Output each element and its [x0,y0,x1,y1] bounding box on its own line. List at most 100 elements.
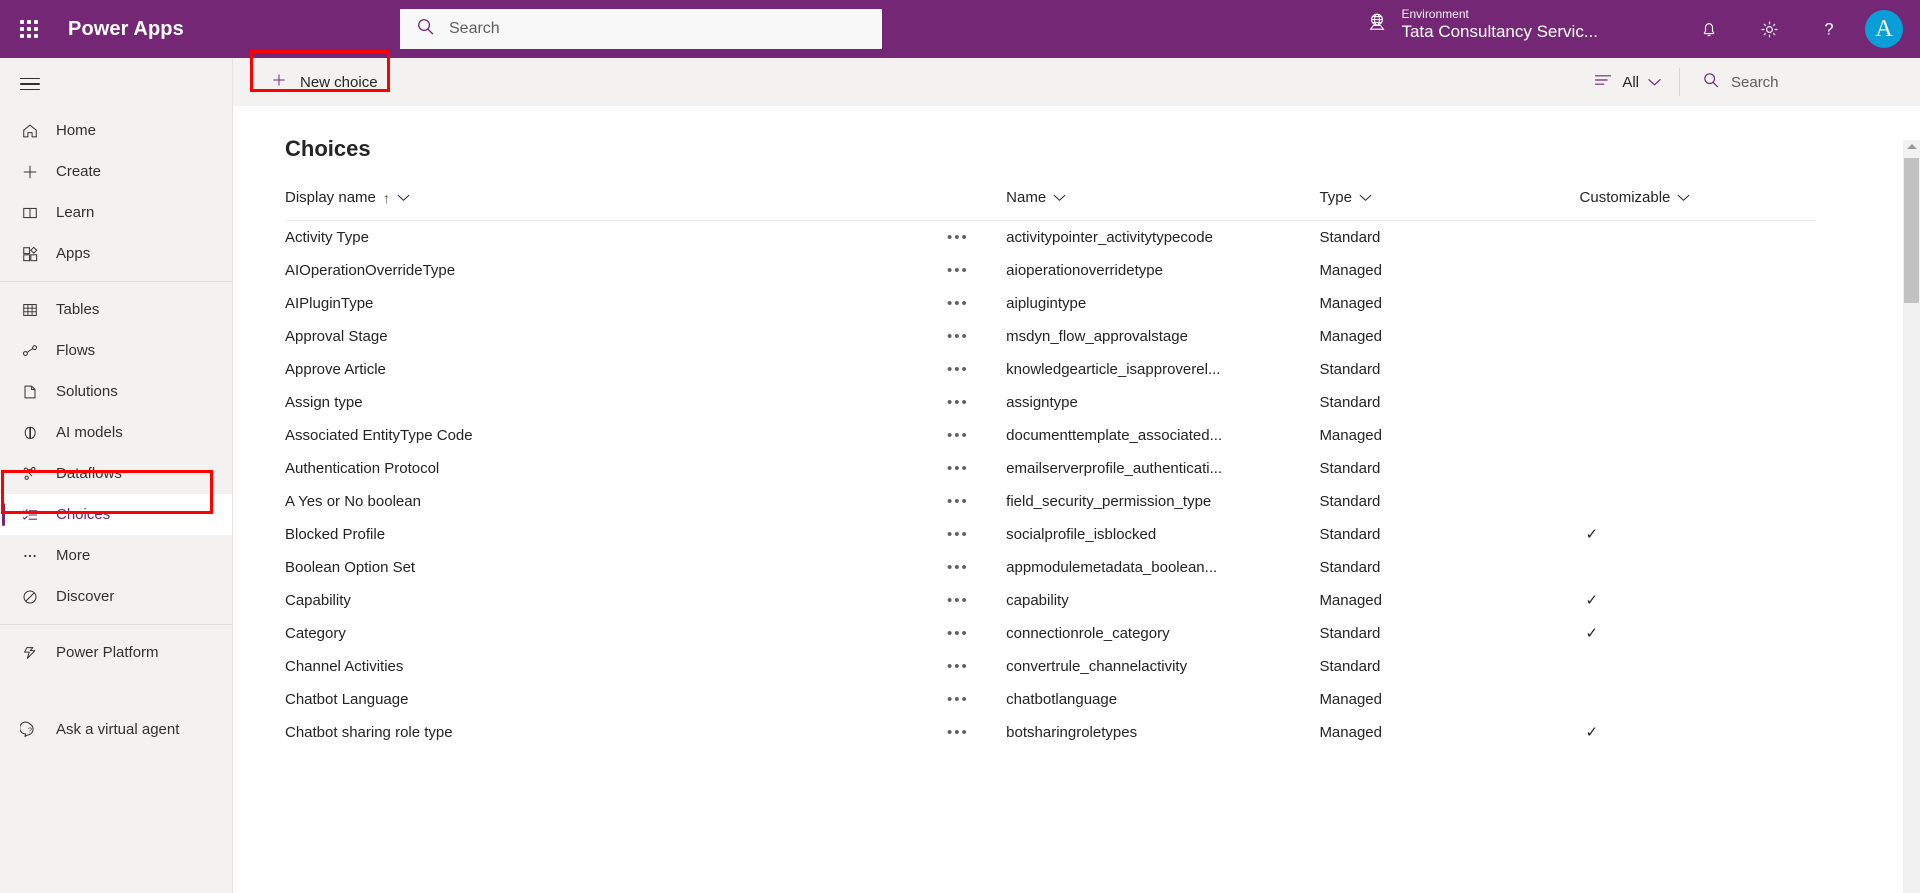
table-row[interactable]: Category ••• connectionrole_category Standa… [285,617,1816,650]
hamburger-icon[interactable] [0,58,232,110]
row-actions-button[interactable]: ••• [947,683,1006,716]
cell-display-name[interactable]: Channel Activities [285,650,947,683]
bell-icon[interactable] [1679,0,1739,58]
sidebar-item-create[interactable]: Create [0,151,232,192]
cell-display-name[interactable]: AIPluginType [285,287,947,320]
cell-display-name[interactable]: Assign type [285,386,947,419]
ellipsis-icon[interactable]: ••• [947,460,969,477]
cell-name: aiplugintype [1006,294,1087,312]
row-actions-button[interactable]: ••• [947,551,1006,584]
cell-display-name[interactable]: Blocked Profile [285,518,947,551]
cell-display-name[interactable]: Capability [285,584,947,617]
row-actions-button[interactable]: ••• [947,452,1006,485]
row-actions-button[interactable]: ••• [947,320,1006,353]
vertical-scrollbar[interactable] [1903,140,1920,893]
cell-display-name[interactable]: Authentication Protocol [285,452,947,485]
ellipsis-icon[interactable]: ••• [947,724,969,741]
row-actions-button[interactable]: ••• [947,386,1006,419]
row-actions-button[interactable]: ••• [947,287,1006,320]
row-actions-button[interactable]: ••• [947,221,1006,254]
sidebar-item-ask-a-virtual-agent[interactable]: ? Ask a virtual agent [0,709,232,750]
ellipsis-icon[interactable]: ••• [947,295,969,312]
table-row[interactable]: Boolean Option Set ••• appmodulemetadata_b… [285,551,1816,584]
cell-display-name[interactable]: Chatbot Language [285,683,947,716]
table-row[interactable]: Capability ••• capability Managed ✓ [285,584,1816,617]
cell-display-name[interactable]: Activity Type [285,221,947,254]
table-row[interactable]: Blocked Profile ••• socialprofile_isblocke… [285,518,1816,551]
row-actions-button[interactable]: ••• [947,716,1006,749]
cell-display-name[interactable]: AIOperationOverrideType [285,254,947,287]
sidebar-item-discover[interactable]: Discover [0,576,232,617]
sidebar-item-dataflows[interactable]: Dataflows [0,453,232,494]
sidebar-item-tables[interactable]: Tables [0,289,232,330]
ellipsis-icon[interactable]: ••• [947,625,969,642]
table-row[interactable]: A Yes or No boolean ••• field_security_per… [285,485,1816,518]
cell-display-name[interactable]: Approval Stage [285,320,947,353]
scroll-up-arrow-icon[interactable] [1906,144,1917,149]
sidebar-item-flows[interactable]: Flows [0,330,232,371]
table-row[interactable]: Approval Stage ••• msdyn_flow_approvalstag… [285,320,1816,353]
ellipsis-icon[interactable]: ••• [947,229,969,246]
new-choice-button[interactable]: New choice [252,60,396,104]
ellipsis-icon[interactable]: ••• [947,394,969,411]
table-row[interactable]: Approve Article ••• knowledgearticle_isapp… [285,353,1816,386]
ellipsis-icon[interactable]: ••• [947,328,969,345]
ellipsis-icon[interactable]: ••• [947,526,969,543]
table-row[interactable]: Associated EntityType Code ••• documenttem… [285,419,1816,452]
scrollbar-thumb[interactable] [1904,158,1919,303]
sidebar-item-solutions[interactable]: Solutions [0,371,232,412]
table-row[interactable]: AIPluginType ••• aiplugintype Managed [285,287,1816,320]
column-header-type[interactable]: Type [1319,189,1580,221]
brand-title[interactable]: Power Apps [68,18,184,41]
sidebar-item-home[interactable]: Home [0,110,232,151]
ellipsis-icon[interactable]: ••• [947,427,969,444]
ellipsis-icon[interactable]: ••• [947,493,969,510]
column-header-display-name[interactable]: Display name ↑ [285,189,948,221]
table-row[interactable]: Chatbot Language ••• chatbotlanguage Manage… [285,683,1816,716]
sidebar-item-more[interactable]: More [0,535,232,576]
cell-display-name[interactable]: Approve Article [285,353,947,386]
ellipsis-icon[interactable]: ••• [947,361,969,378]
sidebar-item-learn[interactable]: Learn [0,192,232,233]
cell-display-name[interactable]: Category [285,617,947,650]
table-row[interactable]: Activity Type ••• activitypointer_activity… [285,221,1816,254]
table-row[interactable]: Authentication Protocol ••• emailserverpro… [285,452,1816,485]
ellipsis-icon[interactable]: ••• [947,262,969,279]
ellipsis-icon[interactable]: ••• [947,658,969,675]
row-actions-button[interactable]: ••• [947,584,1006,617]
cell-customizable [1580,419,1816,452]
avatar[interactable]: A [1865,10,1903,48]
environment-picker[interactable]: Environment Tata Consultancy Servic... [1365,7,1598,41]
cell-display-name[interactable]: Associated EntityType Code [285,419,947,452]
row-actions-button[interactable]: ••• [947,485,1006,518]
table-row[interactable]: Channel Activities ••• convertrule_channel… [285,650,1816,683]
ellipsis-icon[interactable]: ••• [947,559,969,576]
column-header-name[interactable]: Name [1006,189,1320,221]
cell-display-name[interactable]: A Yes or No boolean [285,485,947,518]
table-row[interactable]: AIOperationOverrideType ••• aioperationove… [285,254,1816,287]
question-mark-icon[interactable]: ? [1799,0,1859,58]
view-filter-all[interactable]: All [1575,58,1679,106]
sidebar-item-ai-models[interactable]: AI models [0,412,232,453]
sidebar-item-choices[interactable]: Choices [0,494,232,535]
row-actions-button[interactable]: ••• [947,617,1006,650]
global-search-box[interactable]: Search [400,9,882,49]
row-actions-button[interactable]: ••• [947,650,1006,683]
sidebar-item-power-platform[interactable]: Power Platform [0,632,232,673]
chevron-down-icon [1053,189,1066,206]
cell-display-name[interactable]: Chatbot sharing role type [285,716,947,749]
sidebar-item-apps[interactable]: Apps [0,233,232,274]
ellipsis-icon[interactable]: ••• [947,691,969,708]
row-actions-button[interactable]: ••• [947,353,1006,386]
gear-icon[interactable] [1739,0,1799,58]
cell-display-name[interactable]: Boolean Option Set [285,551,947,584]
table-row[interactable]: Chatbot sharing role type ••• botsharingro… [285,716,1816,749]
ellipsis-icon[interactable]: ••• [947,592,969,609]
grid-search-box[interactable]: Search [1680,58,1920,106]
column-header-customizable[interactable]: Customizable [1579,189,1816,221]
row-actions-button[interactable]: ••• [947,419,1006,452]
app-launcher-icon[interactable] [0,0,58,58]
row-actions-button[interactable]: ••• [947,254,1006,287]
table-row[interactable]: Assign type ••• assigntype Standard [285,386,1816,419]
row-actions-button[interactable]: ••• [947,518,1006,551]
